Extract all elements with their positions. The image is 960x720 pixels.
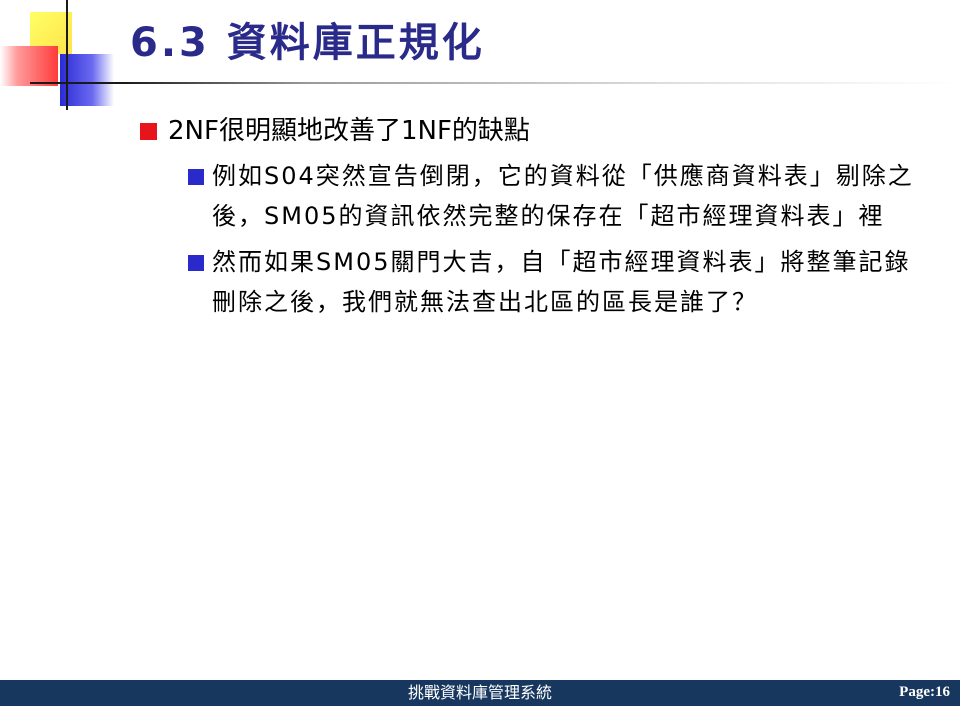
page-number: Page:16	[899, 684, 950, 700]
bullet-level2-text: 然而如果SM05關門大吉，自「超市經理資料表」將整筆記錄刪除之後，我們就無法查出…	[212, 248, 911, 316]
bullet-level2-text: 例如S04突然宣告倒閉，它的資料從「供應商資料表」剔除之後，SM05的資訊依然完…	[212, 162, 914, 230]
blue-square-bullet-icon	[188, 169, 204, 185]
slide: 6.3 資料庫正規化 2NF很明顯地改善了1NF的缺點 例如S04突然宣告倒閉，…	[0, 0, 960, 720]
bullet-level1-text: 2NF很明顯地改善了1NF的缺點	[168, 116, 530, 146]
red-square-bullet-icon	[140, 123, 157, 140]
bullet-level2: 例如S04突然宣告倒閉，它的資料從「供應商資料表」剔除之後，SM05的資訊依然完…	[140, 156, 920, 236]
decor-blue-square	[60, 54, 114, 106]
slide-content: 2NF很明顯地改善了1NF的缺點 例如S04突然宣告倒閉，它的資料從「供應商資料…	[140, 112, 920, 328]
decor-horizontal-rule	[30, 82, 960, 84]
decor-red-square	[0, 46, 58, 86]
bullet-level1: 2NF很明顯地改善了1NF的缺點	[140, 112, 920, 150]
bullet-level2: 然而如果SM05關門大吉，自「超市經理資料表」將整筆記錄刪除之後，我們就無法查出…	[140, 242, 920, 322]
footer-bar: 挑戰資料庫管理系統 Page:16	[0, 680, 960, 706]
footer-title: 挑戰資料庫管理系統	[407, 683, 552, 702]
decor-vertical-line	[66, 0, 68, 110]
slide-title: 6.3 資料庫正規化	[130, 20, 485, 66]
blue-square-bullet-icon	[188, 255, 204, 271]
